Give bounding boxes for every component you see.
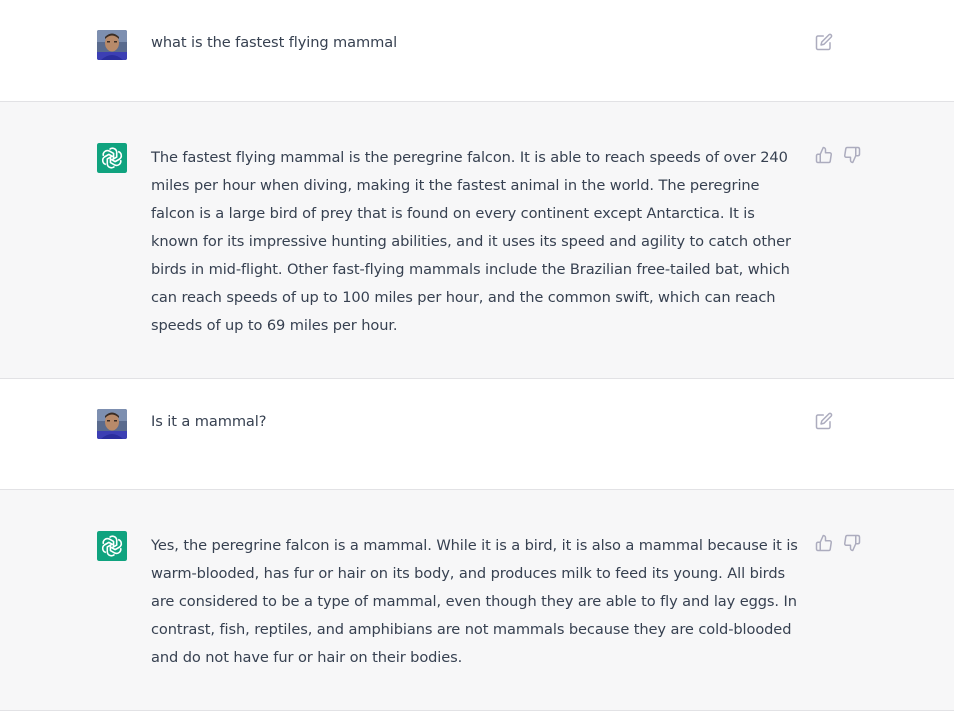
assistant-message: The fastest flying mammal is the peregri…	[151, 144, 806, 340]
thumbs-up-icon[interactable]	[815, 534, 833, 552]
user-message-text: what is the fastest flying mammal	[151, 34, 398, 51]
assistant-message: Yes, the peregrine falcon is a mammal. W…	[151, 532, 806, 672]
edit-icon[interactable]	[815, 412, 833, 430]
conversation-thread: what is the fastest flying mammal The fa…	[0, 0, 954, 711]
assistant-message-row: The fastest flying mammal is the peregri…	[0, 102, 954, 379]
openai-logo-icon	[97, 143, 127, 173]
user-message-text: Is it a mammal?	[151, 413, 267, 430]
edit-icon[interactable]	[815, 33, 833, 51]
user-message: Is it a mammal?	[151, 408, 806, 436]
thumbs-up-icon[interactable]	[815, 146, 833, 164]
assistant-message-text: Yes, the peregrine falcon is a mammal. W…	[151, 537, 798, 666]
assistant-message-text: The fastest flying mammal is the peregri…	[151, 149, 791, 334]
openai-logo-icon	[97, 531, 127, 561]
user-message-row: what is the fastest flying mammal	[0, 0, 954, 102]
user-avatar	[97, 30, 127, 60]
thumbs-down-icon[interactable]	[843, 146, 861, 164]
user-message: what is the fastest flying mammal	[151, 29, 806, 57]
user-avatar	[97, 409, 127, 439]
thumbs-down-icon[interactable]	[843, 534, 861, 552]
assistant-message-row: Yes, the peregrine falcon is a mammal. W…	[0, 490, 954, 711]
user-message-row: Is it a mammal?	[0, 379, 954, 490]
